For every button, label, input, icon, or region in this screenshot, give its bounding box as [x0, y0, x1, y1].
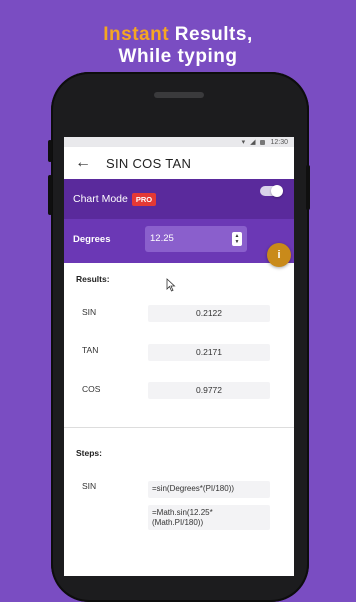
chevron-down-icon[interactable]: ▼: [235, 239, 240, 245]
app-bar: ← SIN COS TAN: [64, 147, 294, 179]
steps-card: Steps: SIN =sin(Degrees*(PI/180)) =Math.…: [64, 428, 294, 576]
steps-formula-2-line1: =Math.sin(12.25*: [152, 508, 213, 517]
phone-power-button: [306, 165, 310, 210]
info-icon[interactable]: i: [267, 243, 291, 267]
phone-speaker: [154, 92, 204, 98]
number-stepper[interactable]: ▲ ▼: [232, 232, 242, 246]
headline-line2: While typing: [118, 46, 238, 67]
chart-mode-bar: Chart Mode PRO: [64, 179, 294, 219]
status-time: 12:30: [270, 138, 288, 146]
headline-line1: Results,: [169, 24, 253, 45]
steps-formula-2-line2: (Math.PI/180)): [152, 518, 204, 527]
steps-formula-1: =sin(Degrees*(PI/180)): [148, 481, 270, 498]
signal-icon: ◢: [250, 139, 256, 146]
battery-icon: [260, 139, 266, 145]
phone-side-button: [48, 140, 52, 162]
steps-sin-label: SIN: [82, 481, 97, 491]
tan-label: TAN: [82, 345, 99, 355]
arrow-left-icon[interactable]: ←: [70, 154, 96, 172]
degrees-bar: Degrees 12.25 ▲ ▼: [64, 219, 294, 263]
results-card: Results: SIN 0.2122 TAN 0.2171 COS 0.977…: [64, 263, 294, 428]
page-title: SIN COS TAN: [106, 155, 192, 171]
results-title: Results:: [76, 274, 110, 284]
cos-value: 0.9772: [148, 382, 270, 399]
cos-label: COS: [82, 384, 101, 394]
wifi-icon: ▾: [241, 139, 246, 146]
toggle-knob: [271, 185, 283, 197]
mouse-cursor-icon: [166, 278, 176, 292]
sin-value: 0.2122: [148, 305, 270, 322]
steps-formula-2: =Math.sin(12.25* (Math.PI/180)): [148, 505, 270, 530]
sin-label: SIN: [82, 307, 97, 317]
status-bar: ▾ ◢ 12:30: [64, 137, 294, 147]
promo-headline: Instant Results, While typing: [0, 24, 356, 68]
chart-mode-toggle[interactable]: [260, 185, 283, 197]
chart-mode-label: Chart Mode: [73, 193, 128, 205]
headline-accent: Instant: [103, 24, 170, 45]
steps-title: Steps:: [76, 448, 102, 458]
tan-value: 0.2171: [148, 344, 270, 361]
app-screen: ▾ ◢ 12:30 ← SIN COS TAN Chart Mode PRO D…: [64, 137, 294, 576]
degrees-label: Degrees: [73, 234, 111, 245]
pro-badge: PRO: [131, 192, 157, 206]
phone-volume-button: [48, 175, 52, 215]
